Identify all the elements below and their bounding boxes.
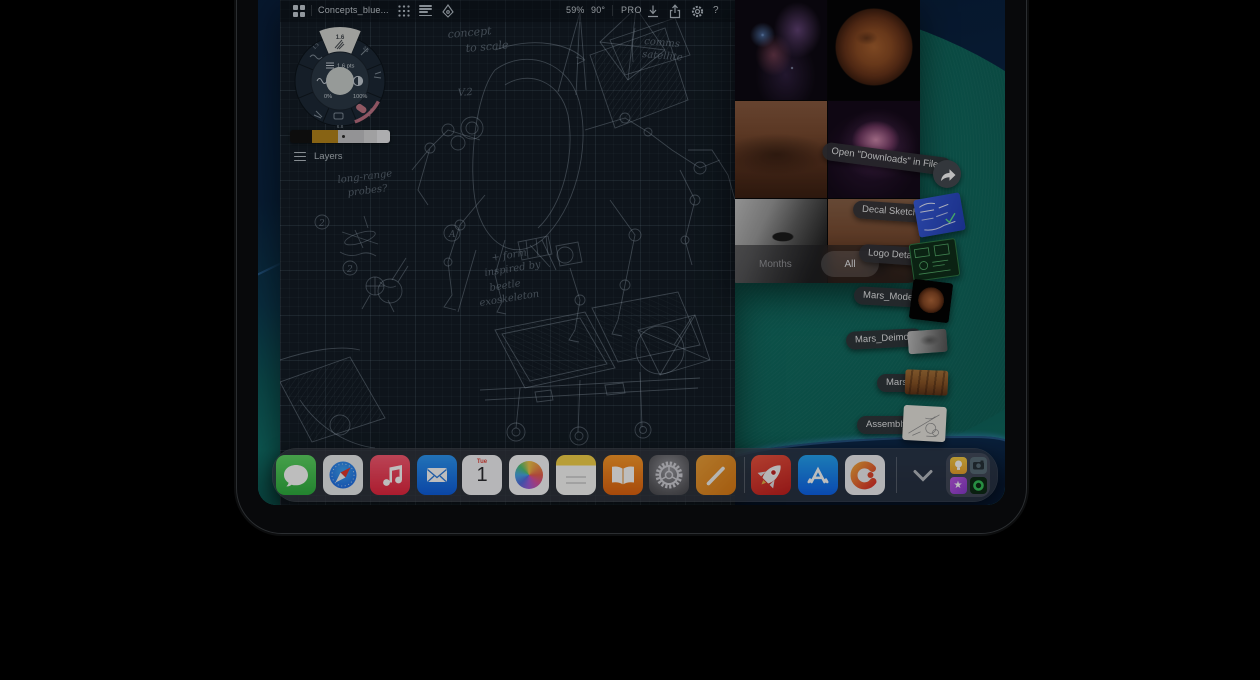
- palette-selected-dot: [342, 135, 345, 138]
- note-marker-2b: 2: [346, 265, 353, 275]
- dock-mail[interactable]: [417, 455, 457, 495]
- filter-months[interactable]: Months: [759, 259, 792, 270]
- palette-gold[interactable]: [312, 130, 338, 143]
- tips-mini-icon: [950, 457, 967, 474]
- dock-collapse-chevron-icon[interactable]: [911, 469, 935, 482]
- messages-icon: [276, 455, 316, 495]
- dock: Tue 1: [272, 448, 998, 502]
- palette-light-gray[interactable]: [364, 130, 377, 143]
- dock-c-draw-app[interactable]: [845, 455, 885, 495]
- mail-icon: [417, 455, 457, 495]
- note-exoskeleton: exoskeleton: [479, 289, 540, 309]
- calendar-day: 1: [462, 464, 502, 487]
- pen-nib-icon[interactable]: [441, 4, 455, 18]
- photo-thumbnail-nebula[interactable]: [735, 0, 827, 100]
- settings-gear-icon[interactable]: [690, 4, 705, 19]
- rocket-icon: [751, 455, 791, 495]
- photo-thumbnail-orion-nebula[interactable]: [828, 101, 920, 198]
- stroke-size-label: 1.6 pts: [337, 64, 355, 70]
- layers-menu-icon: [294, 152, 306, 162]
- color-palette-strip[interactable]: [290, 130, 390, 143]
- notes-line: [566, 476, 586, 478]
- help-button[interactable]: ?: [713, 5, 719, 16]
- note-version: V.2: [457, 87, 473, 99]
- safari-icon: [323, 455, 363, 495]
- itunes-store-mini-icon: ★: [950, 477, 967, 494]
- toolbar-divider: [311, 5, 312, 16]
- dock-sketch-pen[interactable]: [696, 455, 736, 495]
- pen-icon: [696, 455, 736, 495]
- opacity-min-label: 0%: [324, 94, 332, 100]
- dock-settings[interactable]: [649, 455, 689, 495]
- note-marker-a: A: [448, 230, 456, 240]
- share-export-icon[interactable]: [668, 4, 682, 19]
- apps-grid-icon[interactable]: [293, 5, 305, 17]
- note-probes: probes?: [347, 183, 389, 199]
- photos-flower-icon: [515, 461, 543, 489]
- books-icon: [603, 455, 643, 495]
- settings-gear-icon: [649, 455, 689, 495]
- dock-safari[interactable]: [323, 455, 363, 495]
- dock-app-store[interactable]: [798, 455, 838, 495]
- rotation-angle[interactable]: 90°: [591, 5, 605, 15]
- layers-label: Layers: [314, 151, 343, 162]
- dots-grid-icon[interactable]: [397, 4, 411, 18]
- filter-all-selected[interactable]: All: [821, 251, 879, 277]
- star-glyph: ★: [950, 478, 967, 493]
- palette-black[interactable]: [290, 130, 312, 143]
- dock-rocket[interactable]: [751, 455, 791, 495]
- layer-stack-icon[interactable]: [419, 5, 432, 16]
- pro-badge[interactable]: PRO: [621, 5, 642, 15]
- photos-filter-bar: Months All: [735, 245, 920, 283]
- dock-notes[interactable]: [556, 455, 596, 495]
- dock-app-cluster[interactable]: ★: [946, 453, 990, 497]
- palette-gray[interactable]: [338, 130, 364, 143]
- opacity-max-label: 100%: [353, 94, 367, 100]
- import-icon[interactable]: [646, 4, 660, 19]
- dock-messages[interactable]: [276, 455, 316, 495]
- marketing-canvas: concept to scale comms satellite V.2 lon…: [0, 0, 1260, 680]
- notes-line: [566, 482, 586, 484]
- dock-books[interactable]: [603, 455, 643, 495]
- toolbar-divider: [612, 5, 613, 16]
- app-store-icon: [798, 455, 838, 495]
- layers-panel-toggle[interactable]: Layers: [294, 151, 343, 162]
- dock-divider: [744, 457, 745, 493]
- note-concept: concept: [447, 24, 493, 41]
- camera-mini-icon: [970, 457, 987, 474]
- size-6-8: 6.8: [337, 124, 344, 129]
- photos-window[interactable]: Months All: [735, 0, 920, 283]
- ipad-screen: concept to scale comms satellite V.2 lon…: [258, 0, 1005, 505]
- photo-thumbnail-mars-landscape[interactable]: [735, 101, 827, 198]
- wallpaper-left-edge: [258, 0, 280, 505]
- wheel-center-button[interactable]: [326, 67, 354, 95]
- music-icon: [370, 455, 410, 495]
- concepts-toolbar: Concepts_blue... 59% 90° PRO: [280, 0, 735, 22]
- note-marker-2a: 2: [318, 219, 325, 229]
- selected-size-label: 1.6: [336, 34, 345, 41]
- dock-music[interactable]: [370, 455, 410, 495]
- dock-calendar[interactable]: Tue 1: [462, 455, 502, 495]
- dock-photos[interactable]: [509, 455, 549, 495]
- document-title[interactable]: Concepts_blue...: [318, 5, 389, 15]
- green-ring-mini-icon: [970, 477, 987, 494]
- tool-wheel[interactable]: 1.6 1.6 pts 0% 100% 1.3 3.5 14.5 6.8: [290, 25, 390, 131]
- zoom-level[interactable]: 59%: [566, 5, 585, 15]
- dock-divider: [896, 457, 897, 493]
- c-swirl-icon: [845, 455, 885, 495]
- concepts-window[interactable]: concept to scale comms satellite V.2 lon…: [280, 0, 735, 505]
- palette-white[interactable]: [377, 130, 390, 143]
- photo-thumbnail-mars-globe[interactable]: [828, 0, 920, 100]
- note-to-scale: to scale: [465, 38, 509, 55]
